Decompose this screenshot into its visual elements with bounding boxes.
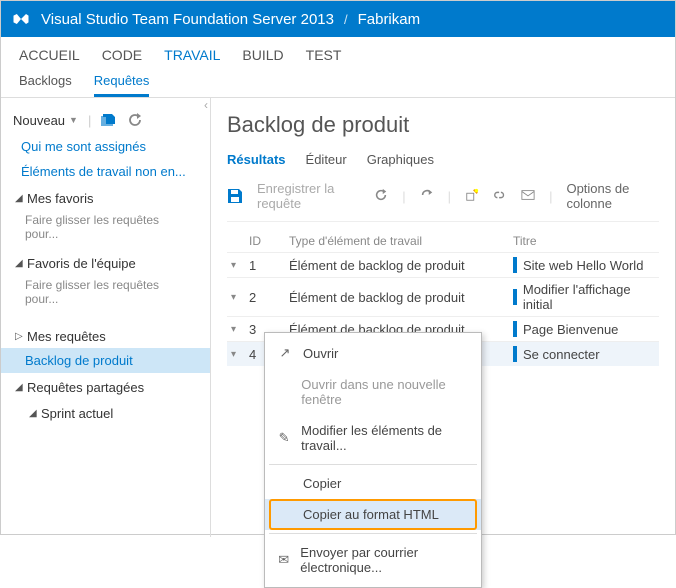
status-bar-icon <box>513 346 517 362</box>
query-toolbar: Enregistrer la requête | | | Options de … <box>227 175 659 222</box>
tab-queries[interactable]: Requêtes <box>94 73 150 97</box>
primary-tabs: ACCUEIL CODE TRAVAIL BUILD TEST <box>1 37 675 67</box>
results-tabs: Résultats Éditeur Graphiques <box>227 152 659 167</box>
new-linked-icon[interactable] <box>465 188 479 204</box>
ctx-copy[interactable]: Copier <box>265 468 481 499</box>
product-title: Visual Studio Team Foundation Server 201… <box>41 11 334 28</box>
expand-icon[interactable]: ▾ <box>227 260 249 271</box>
ctx-open-new: Ouvrir dans une nouvelle fenêtre <box>265 369 481 415</box>
sidebar-item-backlog[interactable]: Backlog de produit <box>1 348 210 373</box>
status-bar-icon <box>513 257 517 273</box>
save-query-label[interactable]: Enregistrer la requête <box>257 181 360 211</box>
tab-editor[interactable]: Éditeur <box>306 152 347 167</box>
collapse-handle-icon[interactable]: ‹ <box>204 98 208 112</box>
header-bar: Visual Studio Team Foundation Server 201… <box>1 1 675 37</box>
open-arrow-icon: ↗ <box>277 345 293 361</box>
status-bar-icon <box>513 289 517 305</box>
link-icon[interactable] <box>493 188 507 204</box>
expand-icon[interactable]: ▾ <box>227 349 249 360</box>
tab-home[interactable]: ACCUEIL <box>19 47 80 63</box>
save-all-icon[interactable] <box>101 112 117 128</box>
ctx-separator <box>269 533 477 534</box>
redo-icon[interactable] <box>420 188 434 204</box>
tab-results[interactable]: Résultats <box>227 152 286 167</box>
ctx-open[interactable]: ↗ Ouvrir <box>265 337 481 369</box>
tab-backlogs[interactable]: Backlogs <box>19 73 72 97</box>
mail-icon: ✉ <box>277 552 290 568</box>
ctx-separator <box>269 464 477 465</box>
secondary-tabs: Backlogs Requêtes <box>1 67 675 97</box>
sidebar-teamfav-head[interactable]: ◢Favoris de l'équipe <box>1 249 210 275</box>
col-type[interactable]: Type d'élément de travail <box>289 234 513 248</box>
expand-icon[interactable]: ▾ <box>227 324 249 335</box>
vs-logo-icon <box>11 9 31 29</box>
tab-work[interactable]: TRAVAIL <box>164 47 220 63</box>
expand-icon[interactable]: ▾ <box>227 292 249 303</box>
status-bar-icon <box>513 321 517 337</box>
ctx-copy-html[interactable]: Copier au format HTML <box>265 499 481 530</box>
sidebar: ‹ Nouveau ▼ | Qui me sont assignés Éléme… <box>1 98 211 537</box>
mail-icon[interactable] <box>521 188 535 204</box>
sidebar-unsaved-link[interactable]: Éléments de travail non en... <box>1 159 210 184</box>
sidebar-myqueries-head[interactable]: ▷Mes requêtes <box>1 322 210 348</box>
breadcrumb-sep: / <box>344 12 348 27</box>
sidebar-shared-head[interactable]: ◢Requêtes partagées <box>1 373 210 399</box>
ctx-edit[interactable]: ✎ Modifier les éléments de travail... <box>265 415 481 461</box>
context-menu: ↗ Ouvrir Ouvrir dans une nouvelle fenêtr… <box>264 332 482 588</box>
sidebar-drag-hint: Faire glisser les requêtes pour... <box>1 210 210 249</box>
tab-code[interactable]: CODE <box>102 47 142 63</box>
project-name[interactable]: Fabrikam <box>358 11 421 28</box>
pencil-icon: ✎ <box>277 430 291 446</box>
table-row[interactable]: ▾ 1 Élément de backlog de produit Site w… <box>227 252 659 277</box>
col-id[interactable]: ID <box>249 234 289 248</box>
tab-build[interactable]: BUILD <box>242 47 283 63</box>
col-title[interactable]: Titre <box>513 234 659 248</box>
tab-test[interactable]: TEST <box>306 47 342 63</box>
sidebar-drag-hint: Faire glisser les requêtes pour... <box>1 275 210 314</box>
column-options[interactable]: Options de colonne <box>566 181 659 211</box>
sidebar-sprint-head[interactable]: ◢Sprint actuel <box>1 399 210 425</box>
sidebar-myfav-head[interactable]: ◢Mes favoris <box>1 184 210 210</box>
save-query-icon[interactable] <box>227 188 243 204</box>
ctx-mail[interactable]: ✉ Envoyer par courrier électronique... <box>265 537 481 583</box>
table-row[interactable]: ▾ 2 Élément de backlog de produit Modifi… <box>227 277 659 316</box>
sidebar-assigned-link[interactable]: Qui me sont assignés <box>1 134 210 159</box>
refresh-icon[interactable] <box>127 112 143 128</box>
page-title: Backlog de produit <box>227 112 659 138</box>
tab-charts[interactable]: Graphiques <box>367 152 434 167</box>
new-dropdown[interactable]: Nouveau ▼ <box>13 113 78 128</box>
refresh-icon[interactable] <box>374 188 388 204</box>
